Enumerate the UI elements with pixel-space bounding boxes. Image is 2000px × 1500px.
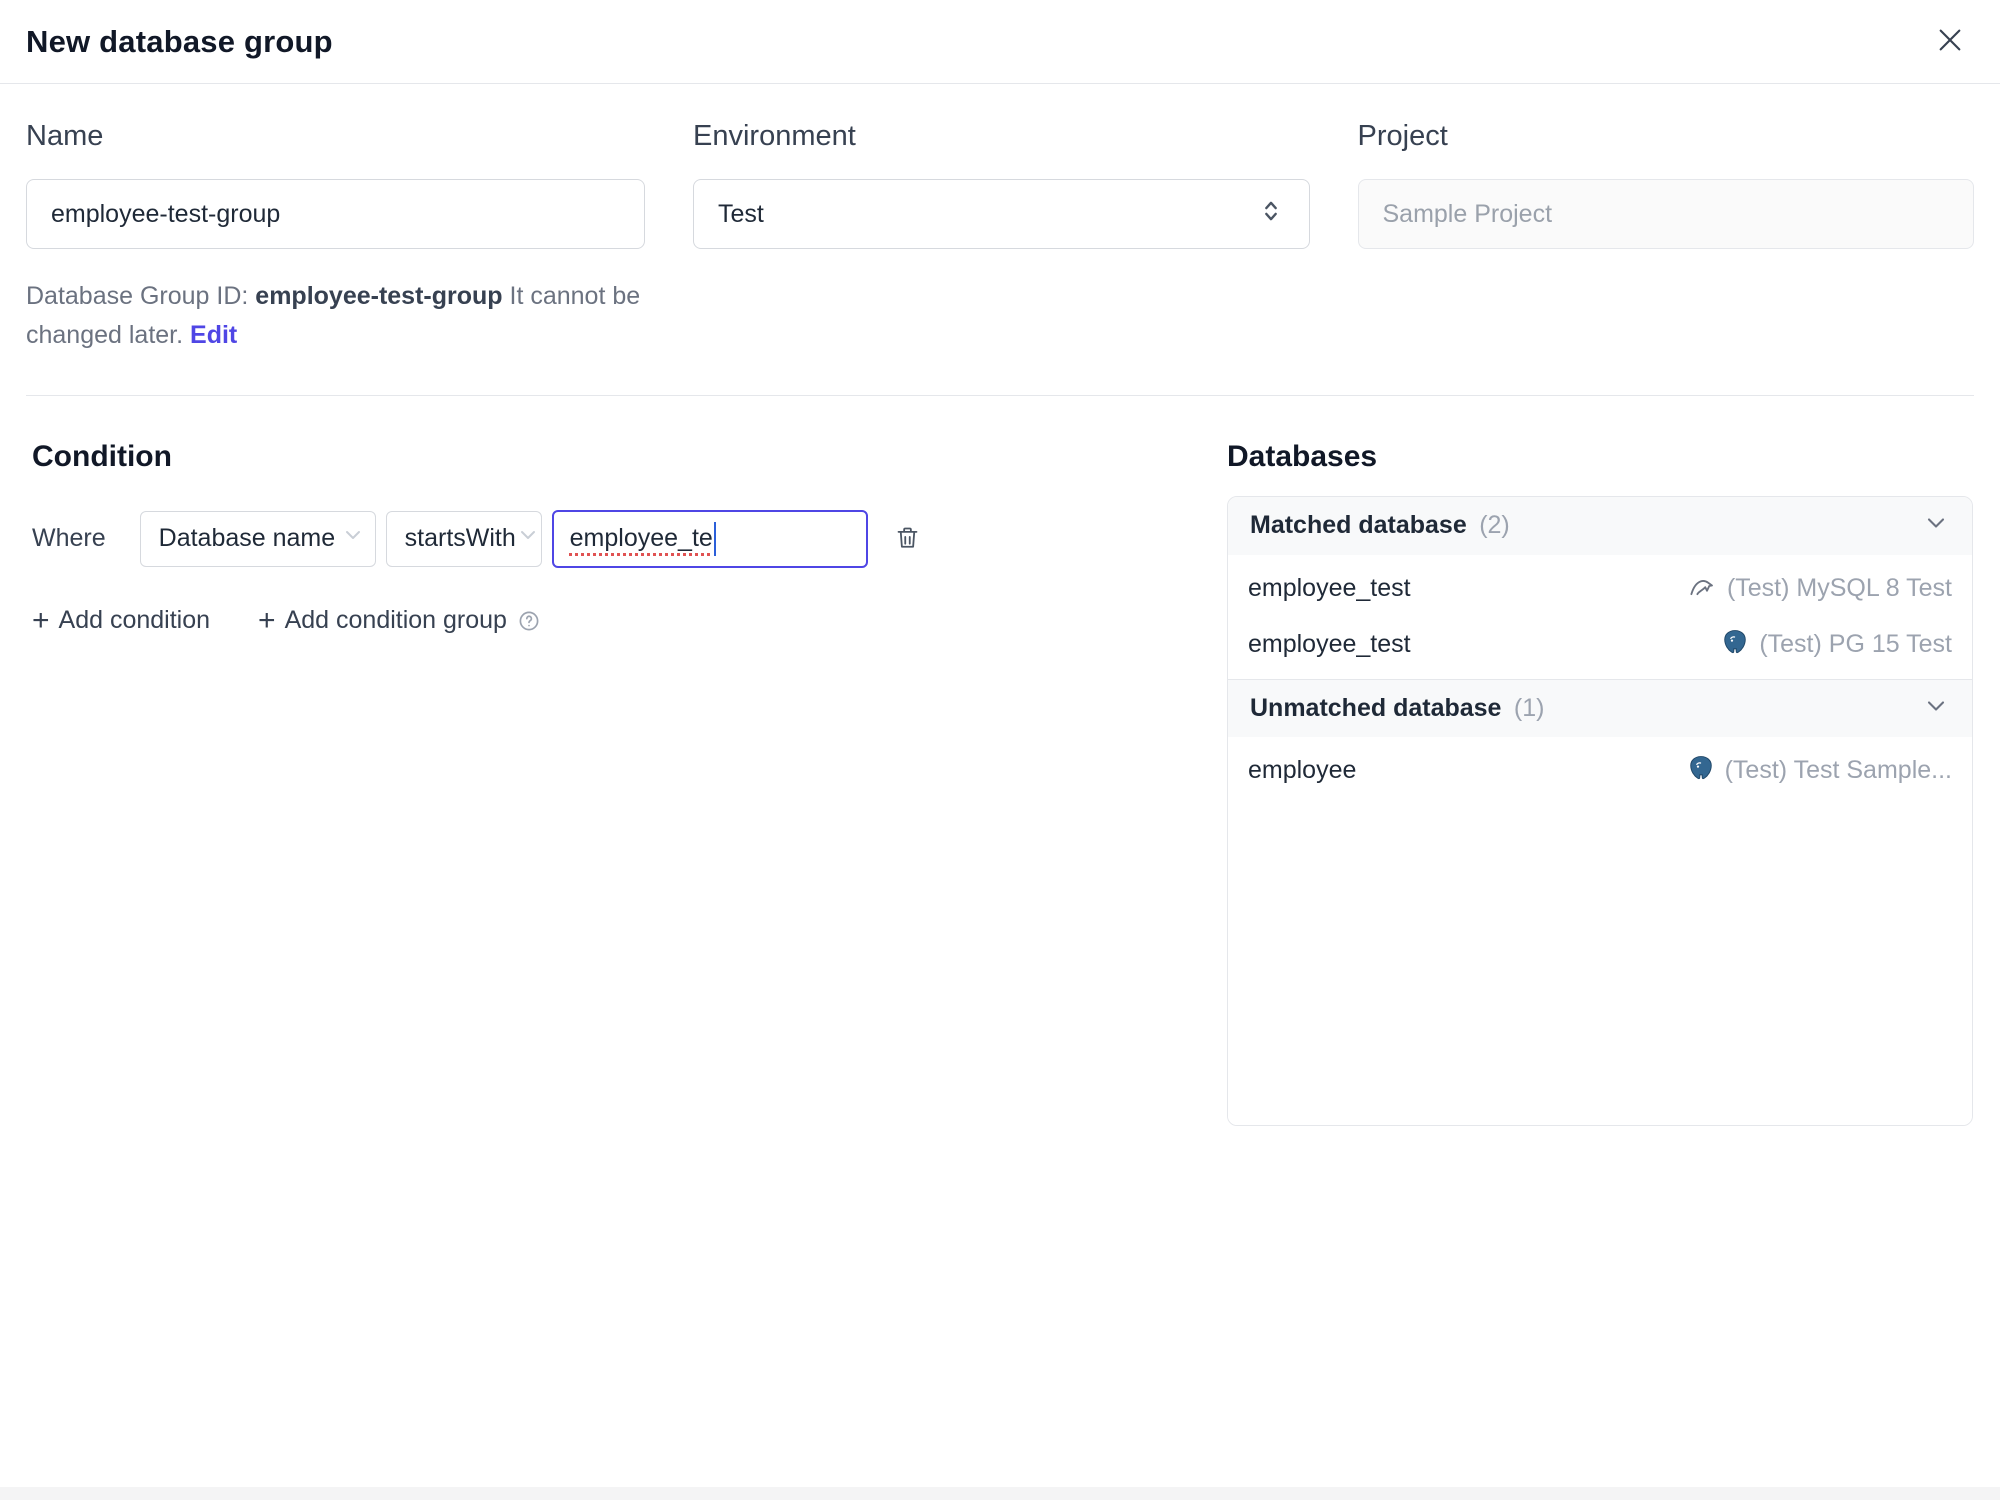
help-icon[interactable] <box>517 609 541 633</box>
databases-panel: Matched database (2) employee_test (Test… <box>1227 495 1973 1126</box>
condition-operator-select[interactable]: startsWith <box>385 510 542 567</box>
matched-database-rows: employee_test (Test) MySQL 8 Test employ… <box>1228 555 1972 679</box>
database-row[interactable]: employee (Test) Test Sample... <box>1228 742 1972 799</box>
chevron-down-icon <box>341 523 365 554</box>
environment-select[interactable]: Test <box>693 179 1310 249</box>
chevron-down-icon <box>1922 692 1950 725</box>
name-field-group: Name Database Group ID: employee-test-gr… <box>26 120 645 355</box>
database-row[interactable]: employee_test (Test) PG 15 Test <box>1228 616 1972 673</box>
environment-selected-value: Test <box>718 199 764 228</box>
dialog-title: New database group <box>26 23 333 59</box>
footer-strip <box>0 1487 2000 1500</box>
form-row: Name Database Group ID: employee-test-gr… <box>0 84 2000 355</box>
trash-icon <box>894 524 921 554</box>
databases-heading: Databases <box>1227 439 1378 473</box>
database-name: employee_test <box>1248 630 1411 658</box>
condition-actions: + Add condition + Add condition group <box>32 603 1227 637</box>
environment-label: Environment <box>693 120 856 152</box>
group-name-input[interactable] <box>26 179 645 249</box>
delete-condition-button[interactable] <box>886 516 929 562</box>
database-instance-label: (Test) MySQL 8 Test <box>1726 574 1952 602</box>
unmatched-database-count: (1) <box>1513 693 1545 722</box>
matched-database-count: (2) <box>1479 511 1510 539</box>
matched-database-header[interactable]: Matched database (2) <box>1228 496 1972 555</box>
database-row[interactable]: employee_test (Test) MySQL 8 Test <box>1228 560 1972 617</box>
add-condition-button[interactable]: + Add condition <box>32 603 211 637</box>
add-condition-group-label: Add condition group <box>284 606 507 634</box>
mysql-icon <box>1687 571 1717 606</box>
condition-operator-value: startsWith <box>404 524 516 552</box>
plus-icon: + <box>32 603 50 637</box>
name-label: Name <box>26 120 104 152</box>
database-instance-label: (Test) PG 15 Test <box>1759 630 1952 658</box>
postgres-icon <box>1721 628 1749 661</box>
condition-value-input[interactable]: employee_te <box>551 509 868 568</box>
close-icon <box>1934 24 1966 59</box>
condition-value-text: employee_te <box>569 524 713 552</box>
project-field-group: Project <box>1357 120 1974 355</box>
dialog-header: New database group <box>0 0 2000 84</box>
chevron-up-down-icon <box>1257 197 1285 232</box>
group-id-prefix: Database Group ID: <box>26 282 256 310</box>
unmatched-database-title-wrap: Unmatched database (1) <box>1250 694 1544 723</box>
postgres-icon <box>1687 754 1715 787</box>
condition-section: Condition Where Database name startsWith… <box>26 440 1227 1126</box>
where-label: Where <box>32 524 106 552</box>
condition-field-select[interactable]: Database name <box>139 510 376 567</box>
unmatched-database-title: Unmatched database <box>1250 693 1502 722</box>
unmatched-database-rows: employee (Test) Test Sample... <box>1228 737 1972 805</box>
chevron-down-icon <box>1922 509 1950 542</box>
project-label: Project <box>1357 120 1448 152</box>
unmatched-database-header[interactable]: Unmatched database (1) <box>1228 678 1972 737</box>
matched-database-title-wrap: Matched database (2) <box>1250 511 1510 540</box>
environment-field-group: Environment Test <box>693 120 1310 355</box>
project-input <box>1357 179 1974 249</box>
database-instance: (Test) MySQL 8 Test <box>1687 571 1952 606</box>
database-instance: (Test) Test Sample... <box>1687 754 1952 787</box>
database-name: employee <box>1248 756 1357 784</box>
group-id-value: employee-test-group <box>255 282 503 310</box>
add-condition-group-button[interactable]: + Add condition group <box>258 603 541 637</box>
plus-icon: + <box>258 603 276 637</box>
panel-empty-area <box>1228 804 1972 1125</box>
condition-row: Where Database name startsWith employee_… <box>32 509 1227 568</box>
database-instance-label: (Test) Test Sample... <box>1724 756 1952 784</box>
edit-group-id-link[interactable]: Edit <box>190 321 237 349</box>
text-caret <box>713 521 716 556</box>
database-name: employee_test <box>1248 574 1411 602</box>
chevron-down-icon <box>516 523 540 554</box>
matched-database-title: Matched database <box>1250 511 1467 539</box>
add-condition-label: Add condition <box>58 606 211 634</box>
database-instance: (Test) PG 15 Test <box>1721 628 1952 661</box>
close-button[interactable] <box>1934 24 1966 59</box>
main-content: Condition Where Database name startsWith… <box>0 396 2000 1126</box>
databases-section: Databases Matched database (2) employee_… <box>1227 440 1973 1126</box>
condition-heading: Condition <box>32 439 172 473</box>
group-id-note: Database Group ID: employee-test-group I… <box>26 277 645 355</box>
condition-field-value: Database name <box>158 524 336 552</box>
